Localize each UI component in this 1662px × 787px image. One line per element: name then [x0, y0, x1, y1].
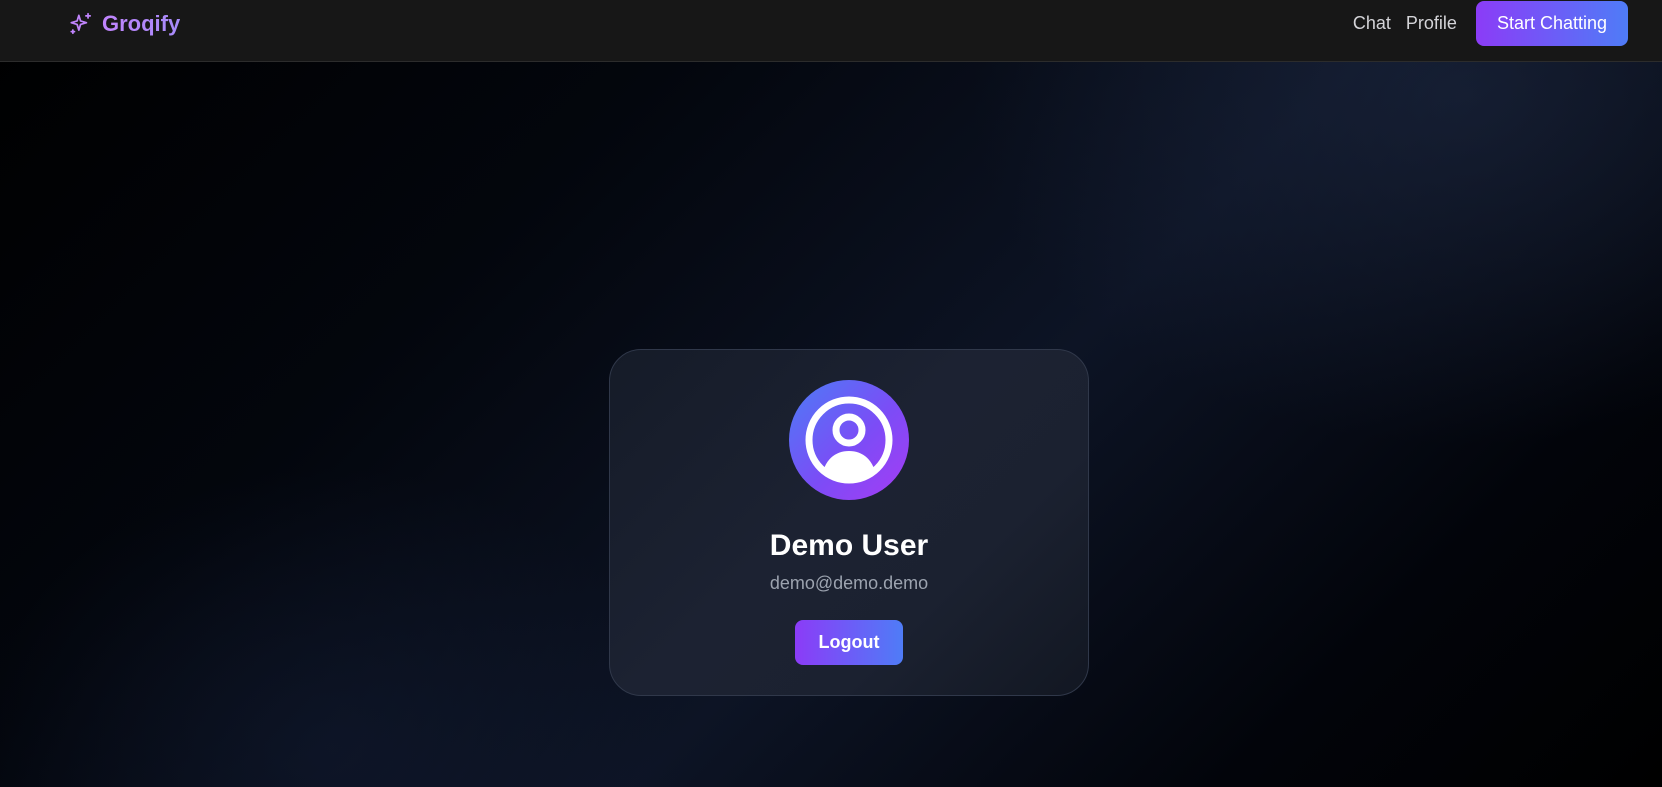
user-email: demo@demo.demo: [769, 573, 929, 593]
avatar: [789, 380, 909, 500]
user-circle-icon: [805, 396, 893, 484]
profile-card: Demo User demo@demo.demo Logout: [609, 349, 1089, 696]
main-nav: Chat Profile Start Chatting: [1353, 0, 1628, 46]
brand-logo-link[interactable]: Groqify: [68, 8, 180, 40]
user-name: Demo User: [769, 529, 929, 562]
top-navbar: Groqify Chat Profile Start Chatting: [0, 0, 1662, 62]
nav-link-chat[interactable]: Chat: [1353, 13, 1391, 34]
start-chatting-button[interactable]: Start Chatting: [1475, 0, 1628, 46]
nav-link-profile[interactable]: Profile: [1406, 13, 1457, 34]
logout-button[interactable]: Logout: [795, 620, 903, 665]
brand-name: Groqify: [102, 11, 181, 36]
sparkles-icon: [70, 12, 92, 35]
